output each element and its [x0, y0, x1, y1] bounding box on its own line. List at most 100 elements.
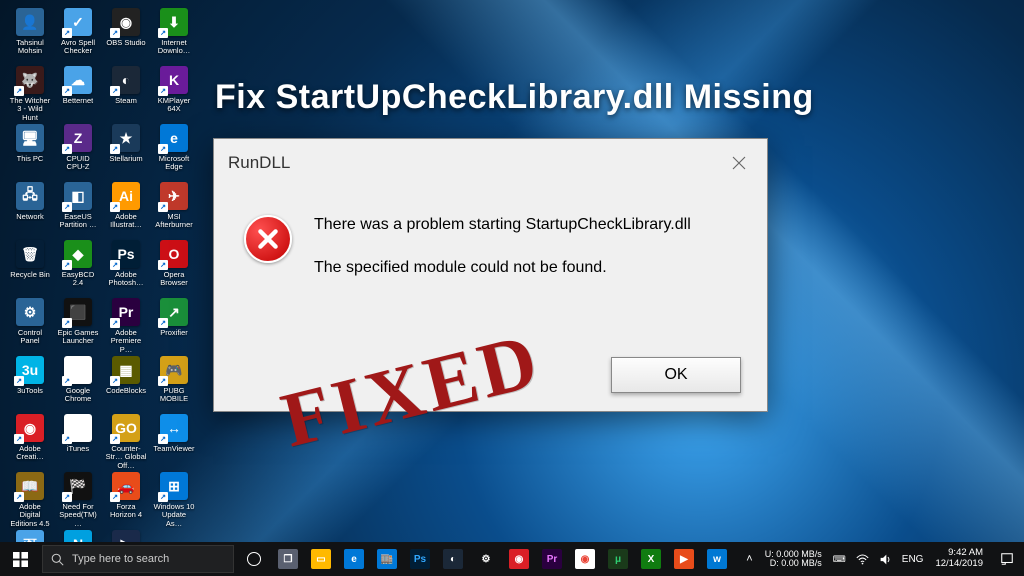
desktop-icon[interactable]: 🗑Recycle Bin	[8, 240, 52, 298]
taskbar-app-button[interactable]: Pr	[536, 542, 568, 576]
taskbar-app-button[interactable]: X	[635, 542, 667, 576]
taskbar-app-button[interactable]: ⚙	[470, 542, 502, 576]
desktop-icon[interactable]: ⚙Control Panel	[8, 298, 52, 356]
icon-label: CodeBlocks	[106, 387, 146, 395]
desktop-icon[interactable]: ◉↗OBS Studio	[104, 8, 148, 66]
desktop-icon[interactable]: 3u↗3uTools	[8, 356, 52, 414]
app-icon: ⚙	[476, 549, 496, 569]
close-button[interactable]	[725, 149, 753, 177]
dialog-message-line2: The specified module could not be found.	[314, 258, 691, 279]
desktop-icon[interactable]: 🚗↗ Forza Horizon 4	[104, 472, 148, 530]
tray-overflow-button[interactable]: ˄	[740, 553, 758, 565]
app-icon: 🚗↗	[112, 472, 140, 500]
taskbar-app-button[interactable]: ▭	[305, 542, 337, 576]
desktop-icon[interactable]: ★↗Stellarium	[104, 124, 148, 182]
desktop-icon[interactable]: Ai↗Adobe Illustrat…	[104, 182, 148, 240]
app-icon: K↗	[160, 66, 188, 94]
desktop-icon[interactable]: ⬇↗Internet Downlo…	[152, 8, 196, 66]
desktop-icons-grid: 👤Tahsinul Mohsin✓↗Avro Spell Checker◉↗OB…	[8, 8, 196, 576]
app-icon: ⚙	[16, 298, 44, 326]
close-icon	[730, 154, 748, 172]
tray-volume-icon[interactable]	[874, 553, 897, 566]
icon-label: Forza Horizon 4	[105, 503, 147, 520]
desktop-icon[interactable]: ◉↗Adobe Creati…	[8, 414, 52, 472]
app-icon: GO↗	[112, 414, 140, 442]
desktop-icon[interactable]: ◉↗Google Chrome	[56, 356, 100, 414]
desktop-icon[interactable]: ☁↗Betternet	[56, 66, 100, 124]
taskbar-app-button[interactable]: 🏬	[371, 542, 403, 576]
taskbar-app-button[interactable]: w	[701, 542, 733, 576]
desktop-icon[interactable]: Z↗ CPUID CPU-Z	[56, 124, 100, 182]
desktop-icon[interactable]: ◆↗EasyBCD 2.4	[56, 240, 100, 298]
desktop-icon[interactable]: ⊞↗Windows 10 Update As…	[152, 472, 196, 530]
app-icon: 🏁↗	[64, 472, 92, 500]
desktop-icon[interactable]: ↔↗TeamViewer	[152, 414, 196, 472]
cortana-button[interactable]	[240, 545, 268, 573]
desktop-icon[interactable]: ▦↗CodeBlocks	[104, 356, 148, 414]
app-icon: 🗑	[16, 240, 44, 268]
icon-label: Proxifier	[160, 329, 188, 337]
desktop-icon[interactable]: ⬛↗Epic Games Launcher	[56, 298, 100, 356]
network-speed: U: 0.000 MB/s D: 0.00 MB/s	[759, 550, 828, 568]
tray-language[interactable]: ENG	[897, 554, 929, 565]
taskbar-app-button[interactable]: ❐	[272, 542, 304, 576]
app-icon: ✈↗	[160, 182, 188, 210]
desktop-icon[interactable]: 🖧Network	[8, 182, 52, 240]
desktop-icon[interactable]: 🎮↗PUBG MOBILE	[152, 356, 196, 414]
icon-label: Google Chrome	[57, 387, 99, 404]
desktop-icon[interactable]: ◧↗ EaseUS Partition …	[56, 182, 100, 240]
desktop-icon[interactable]: GO↗Counter-Str… Global Off…	[104, 414, 148, 472]
desktop-icon[interactable]: K↗KMPlayer 64X	[152, 66, 196, 124]
notifications-button[interactable]	[990, 552, 1024, 566]
taskbar-app-button[interactable]: e	[338, 542, 370, 576]
icon-label: EaseUS Partition …	[57, 213, 99, 230]
desktop-icon[interactable]: 👤Tahsinul Mohsin	[8, 8, 52, 66]
taskbar-app-button[interactable]: μ	[602, 542, 634, 576]
taskbar-app-button[interactable]: ◐	[437, 542, 469, 576]
desktop-icon[interactable]: ✓↗Avro Spell Checker	[56, 8, 100, 66]
taskbar-app-button[interactable]: ◉	[569, 542, 601, 576]
icon-label: Avro Spell Checker	[57, 39, 99, 56]
desktop-icon[interactable]: ↗↗ Proxifier	[152, 298, 196, 356]
app-icon: ◧↗	[64, 182, 92, 210]
tray-wifi-icon[interactable]	[851, 553, 874, 566]
desktop-icon[interactable]: ♪↗iTunes	[56, 414, 100, 472]
app-icon: e	[344, 549, 364, 569]
ok-button[interactable]: OK	[611, 357, 741, 393]
desktop-icon[interactable]: 📖↗Adobe Digital Editions 4.5	[8, 472, 52, 530]
desktop-icon[interactable]: Ps↗Adobe Photosh…	[104, 240, 148, 298]
app-icon: ◆↗	[64, 240, 92, 268]
search-placeholder: Type here to search	[72, 553, 169, 565]
taskbar-app-button[interactable]: ▶	[668, 542, 700, 576]
tray-keyboard-icon[interactable]: ⌨	[828, 554, 851, 565]
app-icon: 📖↗	[16, 472, 44, 500]
app-icon: ↗↗	[160, 298, 188, 326]
app-icon: e↗	[160, 124, 188, 152]
desktop-icon[interactable]: 🏁↗ Need For Speed(TM) …	[56, 472, 100, 530]
desktop-icon[interactable]: Pr↗Adobe Premiere P…	[104, 298, 148, 356]
start-button[interactable]	[0, 542, 40, 576]
app-icon: Z↗	[64, 124, 92, 152]
icon-label: Need For Speed(TM) …	[57, 503, 99, 528]
icon-label: CPUID CPU-Z	[57, 155, 99, 172]
desktop-icon[interactable]: 🐺↗The Witcher 3 - Wild Hunt	[8, 66, 52, 124]
icon-label: Windows 10 Update As…	[153, 503, 195, 528]
desktop-icon[interactable]: 🖥This PC	[8, 124, 52, 182]
app-icon: ⬛↗	[64, 298, 92, 326]
app-icon: ▭	[311, 549, 331, 569]
search-box[interactable]: Type here to search	[42, 545, 234, 573]
taskbar-app-button[interactable]: Ps	[404, 542, 436, 576]
desktop-icon[interactable]: e↗Microsoft Edge	[152, 124, 196, 182]
cortana-icon	[247, 552, 261, 566]
desktop-icon[interactable]: ✈↗MSI Afterburner	[152, 182, 196, 240]
system-tray: ˄ U: 0.000 MB/s D: 0.00 MB/s ⌨ ENG 9:42 …	[740, 542, 1024, 576]
app-icon: X	[641, 549, 661, 569]
desktop-icon[interactable]: O↗Opera Browser	[152, 240, 196, 298]
dialog-message-line1: There was a problem starting StartupChec…	[314, 215, 691, 236]
icon-label: Opera Browser	[153, 271, 195, 288]
dialog-title: RunDLL	[214, 139, 767, 187]
icon-label: PUBG MOBILE	[153, 387, 195, 404]
desktop-icon[interactable]: ◐↗Steam	[104, 66, 148, 124]
taskbar-app-button[interactable]: ◉	[503, 542, 535, 576]
tray-clock[interactable]: 9:42 AM12/14/2019	[928, 548, 990, 570]
